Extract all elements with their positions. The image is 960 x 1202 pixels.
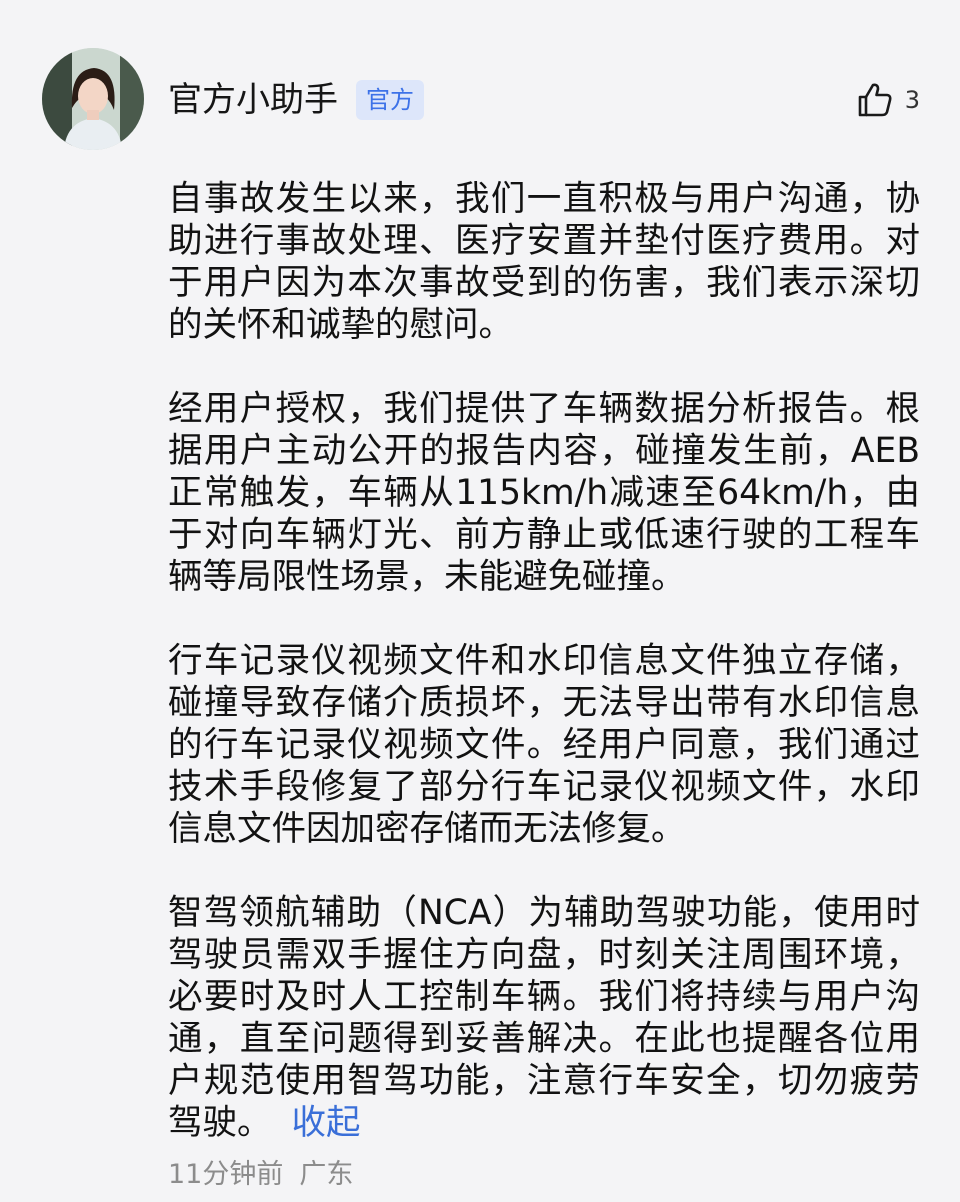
author-name[interactable]: 官方小助手	[168, 76, 338, 124]
comment-paragraph: 经用户授权，我们提供了车辆数据分析报告。根据用户主动公开的报告内容，碰撞发生前，…	[168, 389, 920, 597]
comment-paragraph: 自事故发生以来，我们一直积极与用户沟通，协助进行事故处理、医疗安置并垫付医疗费用…	[168, 179, 920, 345]
like-button[interactable]: 3	[855, 78, 920, 122]
comment-meta: 11分钟前 广东	[168, 1155, 353, 1195]
avatar[interactable]	[42, 48, 144, 150]
thumbs-up-icon[interactable]	[855, 80, 895, 120]
comment-time: 11分钟前	[168, 1159, 284, 1190]
comment-paragraph-last: 智驾领航辅助（NCA）为辅助驾驶功能，使用时驾驶员需双手握住方向盘，时刻关注周围…	[168, 892, 920, 1144]
comment-paragraph-text: 智驾领航辅助（NCA）为辅助驾驶功能，使用时驾驶员需双手握住方向盘，时刻关注周围…	[168, 893, 920, 1143]
like-count: 3	[904, 86, 920, 114]
comment-body: 自事故发生以来，我们一直积极与用户沟通，协助进行事故处理、医疗安置并垫付医疗费用…	[168, 178, 920, 1144]
comment-location: 广东	[299, 1159, 354, 1190]
comment-card: 官方小助手 官方 3 自事故发生以来，我们一直积极与用户沟通，协助进行事故处理、…	[0, 0, 960, 1202]
comment-paragraph: 行车记录仪视频文件和水印信息文件独立存储，碰撞导致存储介质损坏，无法导出带有水印…	[168, 641, 920, 849]
official-badge: 官方	[356, 80, 424, 120]
avatar-photo	[42, 48, 144, 150]
collapse-link[interactable]: 收起	[292, 1103, 361, 1143]
